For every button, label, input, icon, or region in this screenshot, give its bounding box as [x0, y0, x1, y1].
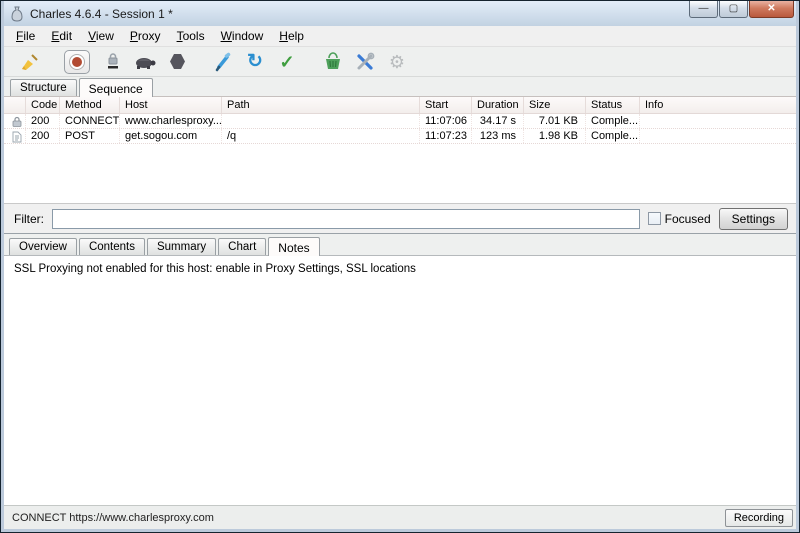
record-button-icon[interactable]: [64, 50, 90, 74]
header-host[interactable]: Host: [120, 97, 222, 113]
status-bar: CONNECT https://www.charlesproxy.com Rec…: [4, 505, 796, 529]
cell-method: POST: [60, 129, 120, 143]
cell-host: www.charlesproxy....: [120, 114, 222, 128]
cell-status: Comple...: [586, 114, 640, 128]
cell-size: 7.01 KB: [524, 114, 586, 128]
tab-contents[interactable]: Contents: [79, 238, 145, 255]
request-table: Code Method Host Path Start Duration Siz…: [4, 96, 796, 203]
charles-window: Charles 4.6.4 - Session 1 * — ▢ ✕ File E…: [0, 0, 800, 533]
menu-edit[interactable]: Edit: [43, 27, 80, 45]
tab-summary[interactable]: Summary: [147, 238, 216, 255]
notes-panel: SSL Proxying not enabled for this host: …: [4, 255, 796, 505]
table-row[interactable]: 200 CONNECT www.charlesproxy.... 11:07:0…: [4, 114, 796, 129]
filter-label: Filter:: [14, 212, 44, 226]
cell-path: /q: [222, 129, 420, 143]
toolbar: ↻ ✓ ⚙: [4, 47, 796, 77]
table-row[interactable]: 200 POST get.sogou.com /q 11:07:23 123 m…: [4, 129, 796, 144]
menu-view[interactable]: View: [80, 27, 122, 45]
header-start[interactable]: Start: [420, 97, 472, 113]
cell-info: [640, 114, 796, 128]
header-size[interactable]: Size: [524, 97, 586, 113]
header-duration[interactable]: Duration: [472, 97, 524, 113]
lock-icon: [4, 114, 26, 128]
validate-check-icon[interactable]: ✓: [274, 50, 300, 74]
detail-pane: Overview Contents Summary Chart Notes SS…: [4, 233, 796, 505]
tools-basket-icon[interactable]: [320, 50, 346, 74]
menu-window[interactable]: Window: [213, 27, 272, 45]
settings-wrench-icon[interactable]: [352, 50, 378, 74]
throttle-lock-icon[interactable]: [100, 50, 126, 74]
cell-duration: 123 ms: [472, 129, 524, 143]
throttling-turtle-icon[interactable]: [132, 50, 158, 74]
table-header: Code Method Host Path Start Duration Siz…: [4, 97, 796, 114]
titlebar: Charles 4.6.4 - Session 1 * — ▢ ✕: [4, 1, 796, 26]
tab-chart[interactable]: Chart: [218, 238, 266, 255]
notes-text: SSL Proxying not enabled for this host: …: [14, 263, 796, 275]
table-empty-area: [4, 144, 796, 203]
cell-code: 200: [26, 129, 60, 143]
menu-help[interactable]: Help: [271, 27, 312, 45]
breakpoints-hexagon-icon[interactable]: [164, 50, 190, 74]
cell-duration: 34.17 s: [472, 114, 524, 128]
cell-size: 1.98 KB: [524, 129, 586, 143]
filter-input[interactable]: [52, 209, 640, 229]
tab-notes[interactable]: Notes: [268, 237, 319, 256]
close-button[interactable]: ✕: [749, 1, 794, 18]
focused-checkbox[interactable]: [648, 212, 661, 225]
menubar: File Edit View Proxy Tools Window Help: [4, 26, 796, 47]
menu-proxy[interactable]: Proxy: [122, 27, 169, 45]
maximize-button[interactable]: ▢: [719, 1, 748, 18]
cell-host: get.sogou.com: [120, 129, 222, 143]
record-icon: [69, 54, 85, 70]
cell-info: [640, 129, 796, 143]
tab-structure[interactable]: Structure: [10, 79, 77, 96]
tab-sequence[interactable]: Sequence: [79, 78, 153, 97]
header-code[interactable]: Code: [26, 97, 60, 113]
recording-indicator[interactable]: Recording: [725, 509, 793, 527]
cell-start: 11:07:23: [420, 129, 472, 143]
charles-jug-icon: [10, 6, 24, 22]
clear-session-broom-icon[interactable]: [16, 50, 42, 74]
minimize-button[interactable]: —: [689, 1, 718, 18]
cell-method: CONNECT: [60, 114, 120, 128]
header-method[interactable]: Method: [60, 97, 120, 113]
disabled-gear-icon: ⚙: [384, 50, 410, 74]
cell-status: Comple...: [586, 129, 640, 143]
menu-file[interactable]: File: [8, 27, 43, 45]
header-icon-column: [4, 97, 26, 113]
cell-code: 200: [26, 114, 60, 128]
main-tabs: Structure Sequence: [4, 77, 796, 96]
header-info[interactable]: Info: [640, 97, 796, 113]
filter-bar: Filter: Focused Settings: [4, 203, 796, 233]
menu-tools[interactable]: Tools: [169, 27, 213, 45]
settings-button[interactable]: Settings: [719, 208, 788, 230]
header-path[interactable]: Path: [222, 97, 420, 113]
document-icon: [4, 129, 26, 143]
compose-pencil-icon[interactable]: [210, 50, 236, 74]
window-title: Charles 4.6.4 - Session 1 *: [30, 7, 688, 21]
tab-overview[interactable]: Overview: [9, 238, 77, 255]
status-url-text: CONNECT https://www.charlesproxy.com: [12, 512, 719, 524]
cell-path: [222, 114, 420, 128]
cell-start: 11:07:06: [420, 114, 472, 128]
repeat-refresh-icon[interactable]: ↻: [242, 50, 268, 74]
header-status[interactable]: Status: [586, 97, 640, 113]
focused-label: Focused: [665, 212, 711, 226]
detail-tabs: Overview Contents Summary Chart Notes: [4, 234, 796, 255]
